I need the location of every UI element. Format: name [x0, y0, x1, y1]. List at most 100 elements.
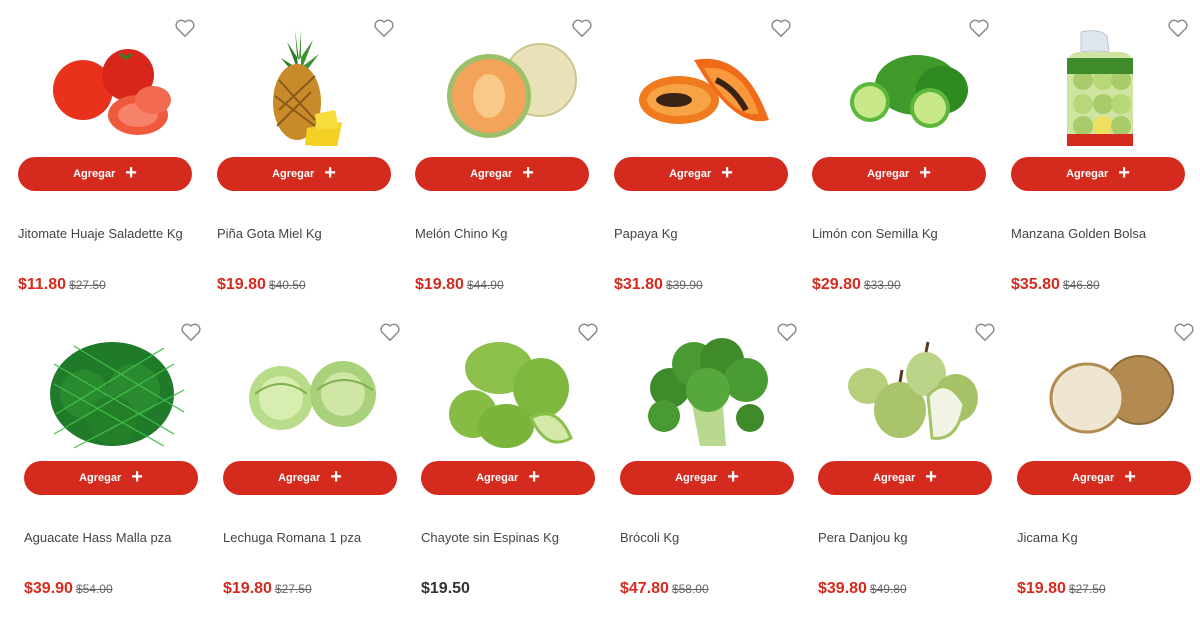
product-prices: $19.80 $40.50 — [217, 276, 306, 294]
add-to-cart-button[interactable]: Agregar + — [217, 157, 391, 191]
product-image-pear[interactable] — [828, 334, 988, 450]
plus-icon: + — [1118, 162, 1130, 184]
old-price: $54.00 — [75, 582, 113, 596]
plus-icon: + — [528, 466, 540, 488]
plus-icon: + — [727, 466, 739, 488]
old-price: $44.90 — [466, 278, 504, 292]
product-name[interactable]: Papaya Kg — [614, 226, 792, 241]
plus-icon: + — [522, 162, 534, 184]
add-label: Agregar — [470, 168, 513, 180]
add-to-cart-button[interactable]: Agregar + — [1017, 461, 1191, 495]
sale-price: $39.80 — [818, 580, 867, 597]
product-grid: Agregar + Jitomate Huaje Saladette Kg $11… — [0, 0, 1200, 617]
plus-icon: + — [925, 466, 937, 488]
add-label: Agregar — [669, 168, 712, 180]
add-to-cart-button[interactable]: Agregar + — [24, 461, 198, 495]
product-name[interactable]: Piña Gota Miel Kg — [217, 226, 395, 241]
sale-price: $19.50 — [421, 580, 470, 597]
product-prices: $19.80 $44.90 — [415, 276, 504, 294]
sale-price: $29.80 — [812, 276, 861, 293]
add-label: Agregar — [79, 472, 122, 484]
product-image-avocado-mesh[interactable] — [34, 334, 194, 450]
add-to-cart-button[interactable]: Agregar + — [223, 461, 397, 495]
sale-price: $11.80 — [18, 276, 67, 293]
sale-price: $39.90 — [24, 580, 73, 597]
product-prices: $39.80 $49.80 — [818, 580, 907, 598]
product-card[interactable]: Agregar + Melón Chino Kg $19.80 $44.90 — [415, 8, 595, 308]
old-price: $39.90 — [665, 278, 703, 292]
product-image-lime[interactable] — [822, 30, 982, 146]
product-name[interactable]: Manzana Golden Bolsa — [1011, 226, 1189, 241]
product-name[interactable]: Chayote sin Espinas Kg — [421, 530, 599, 545]
add-label: Agregar — [867, 168, 910, 180]
add-label: Agregar — [272, 168, 315, 180]
add-label: Agregar — [873, 472, 916, 484]
product-image-melon[interactable] — [425, 30, 585, 146]
sale-price: $31.80 — [614, 276, 663, 293]
plus-icon: + — [330, 466, 342, 488]
product-card[interactable]: Agregar + Papaya Kg $31.80 $39.90 — [614, 8, 794, 308]
product-image-tomato[interactable] — [28, 30, 188, 146]
old-price: $46.80 — [1062, 278, 1100, 292]
product-image-lettuce[interactable] — [233, 334, 393, 450]
add-to-cart-button[interactable]: Agregar + — [614, 157, 788, 191]
plus-icon: + — [324, 162, 336, 184]
product-card[interactable]: Agregar + Limón con Semilla Kg $29.80 $33.… — [812, 8, 992, 308]
add-label: Agregar — [1072, 472, 1115, 484]
sale-price: $19.80 — [1017, 580, 1066, 597]
old-price: $40.50 — [268, 278, 306, 292]
add-to-cart-button[interactable]: Agregar + — [818, 461, 992, 495]
add-to-cart-button[interactable]: Agregar + — [18, 157, 192, 191]
product-image-jicama[interactable] — [1027, 334, 1187, 450]
add-label: Agregar — [675, 472, 718, 484]
add-label: Agregar — [73, 168, 116, 180]
product-card[interactable]: Agregar + Chayote sin Espinas Kg $19.50 — [421, 312, 601, 612]
product-card[interactable]: Agregar + Jicama Kg $19.80 $27.50 — [1017, 312, 1197, 612]
plus-icon: + — [721, 162, 733, 184]
add-to-cart-button[interactable]: Agregar + — [812, 157, 986, 191]
plus-icon: + — [131, 466, 143, 488]
old-price: $58.00 — [671, 582, 709, 596]
old-price: $33.90 — [863, 278, 901, 292]
product-card[interactable]: Agregar + Brócoli Kg $47.80 $58.00 — [620, 312, 800, 612]
product-name[interactable]: Lechuga Romana 1 pza — [223, 530, 401, 545]
product-name[interactable]: Jicama Kg — [1017, 530, 1195, 545]
product-name[interactable]: Aguacate Hass Malla pza — [24, 530, 202, 545]
product-image-chayote[interactable] — [431, 334, 591, 450]
product-name[interactable]: Brócoli Kg — [620, 530, 798, 545]
product-card[interactable]: Agregar + Aguacate Hass Malla pza $39.90 $… — [24, 312, 204, 612]
plus-icon: + — [125, 162, 137, 184]
product-image-apple-bag[interactable] — [1021, 30, 1181, 146]
product-prices: $19.50 — [421, 580, 470, 598]
product-card[interactable]: Agregar + Pera Danjou kg $39.80 $49.80 — [818, 312, 998, 612]
plus-icon: + — [1124, 466, 1136, 488]
add-to-cart-button[interactable]: Agregar + — [415, 157, 589, 191]
sale-price: $35.80 — [1011, 276, 1060, 293]
add-to-cart-button[interactable]: Agregar + — [1011, 157, 1185, 191]
sale-price: $47.80 — [620, 580, 669, 597]
sale-price: $19.80 — [415, 276, 464, 293]
product-card[interactable]: Agregar + Lechuga Romana 1 pza $19.80 $27.… — [223, 312, 403, 612]
old-price: $27.50 — [69, 278, 106, 292]
product-prices: $19.80 $27.50 — [1017, 580, 1106, 598]
add-label: Agregar — [476, 472, 519, 484]
product-card[interactable]: Agregar + Piña Gota Miel Kg $19.80 $40.50 — [217, 8, 397, 308]
product-image-broccoli[interactable] — [630, 334, 790, 450]
product-prices: $29.80 $33.90 — [812, 276, 901, 294]
product-name[interactable]: Pera Danjou kg — [818, 530, 996, 545]
product-card[interactable]: Agregar + Manzana Golden Bolsa $35.80 $46.… — [1011, 8, 1191, 308]
add-to-cart-button[interactable]: Agregar + — [620, 461, 794, 495]
product-prices: $35.80 $46.80 — [1011, 276, 1100, 294]
product-image-papaya[interactable] — [624, 30, 784, 146]
product-name[interactable]: Jitomate Huaje Saladette Kg — [18, 226, 196, 241]
product-card[interactable]: Agregar + Jitomate Huaje Saladette Kg $11… — [18, 8, 198, 308]
add-to-cart-button[interactable]: Agregar + — [421, 461, 595, 495]
product-prices: $19.80 $27.50 — [223, 580, 312, 598]
product-name[interactable]: Limón con Semilla Kg — [812, 226, 990, 241]
product-prices: $47.80 $58.00 — [620, 580, 709, 598]
add-label: Agregar — [278, 472, 321, 484]
product-prices: $11.80 $27.50 — [18, 276, 106, 294]
product-name[interactable]: Melón Chino Kg — [415, 226, 593, 241]
product-image-pineapple[interactable] — [227, 30, 387, 146]
sale-price: $19.80 — [217, 276, 266, 293]
